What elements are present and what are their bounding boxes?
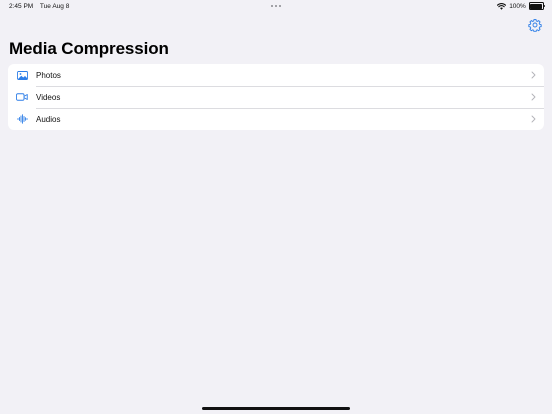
media-type-list: Photos Videos Audios [8,64,544,130]
list-item-videos[interactable]: Videos [8,86,544,108]
page-title: Media Compression [9,39,169,58]
home-indicator[interactable] [202,407,350,410]
status-date: Tue Aug 8 [39,3,70,10]
battery-fill [530,3,543,9]
settings-button[interactable] [528,18,542,32]
photo-icon [16,69,28,81]
battery-percentage: 100% [509,2,526,10]
chevron-right-icon [531,93,536,101]
chevron-right-icon [531,115,536,123]
list-item-label: Audios [36,114,61,124]
multitasking-menu[interactable] [271,5,281,7]
wifi-icon [497,2,507,10]
status-time: 2:45 PM [9,3,34,10]
status-right: 100% [497,2,546,11]
list-item-photos[interactable]: Photos [8,64,544,86]
list-item-label: Videos [36,92,61,102]
gear-icon [528,18,542,32]
status-bar: 2:45 PM Tue Aug 8 100% [0,0,552,14]
status-left: 2:45 PM Tue Aug 8 [9,3,74,10]
list-item-audios[interactable]: Audios [8,108,544,130]
battery-icon [528,2,546,11]
chevron-right-icon [531,71,536,79]
waveform-icon [16,113,28,125]
list-item-label: Photos [36,70,61,80]
multitask-dot [271,5,273,7]
multitask-dot [275,5,277,7]
multitask-dot [279,5,281,7]
video-camera-icon [16,91,28,103]
